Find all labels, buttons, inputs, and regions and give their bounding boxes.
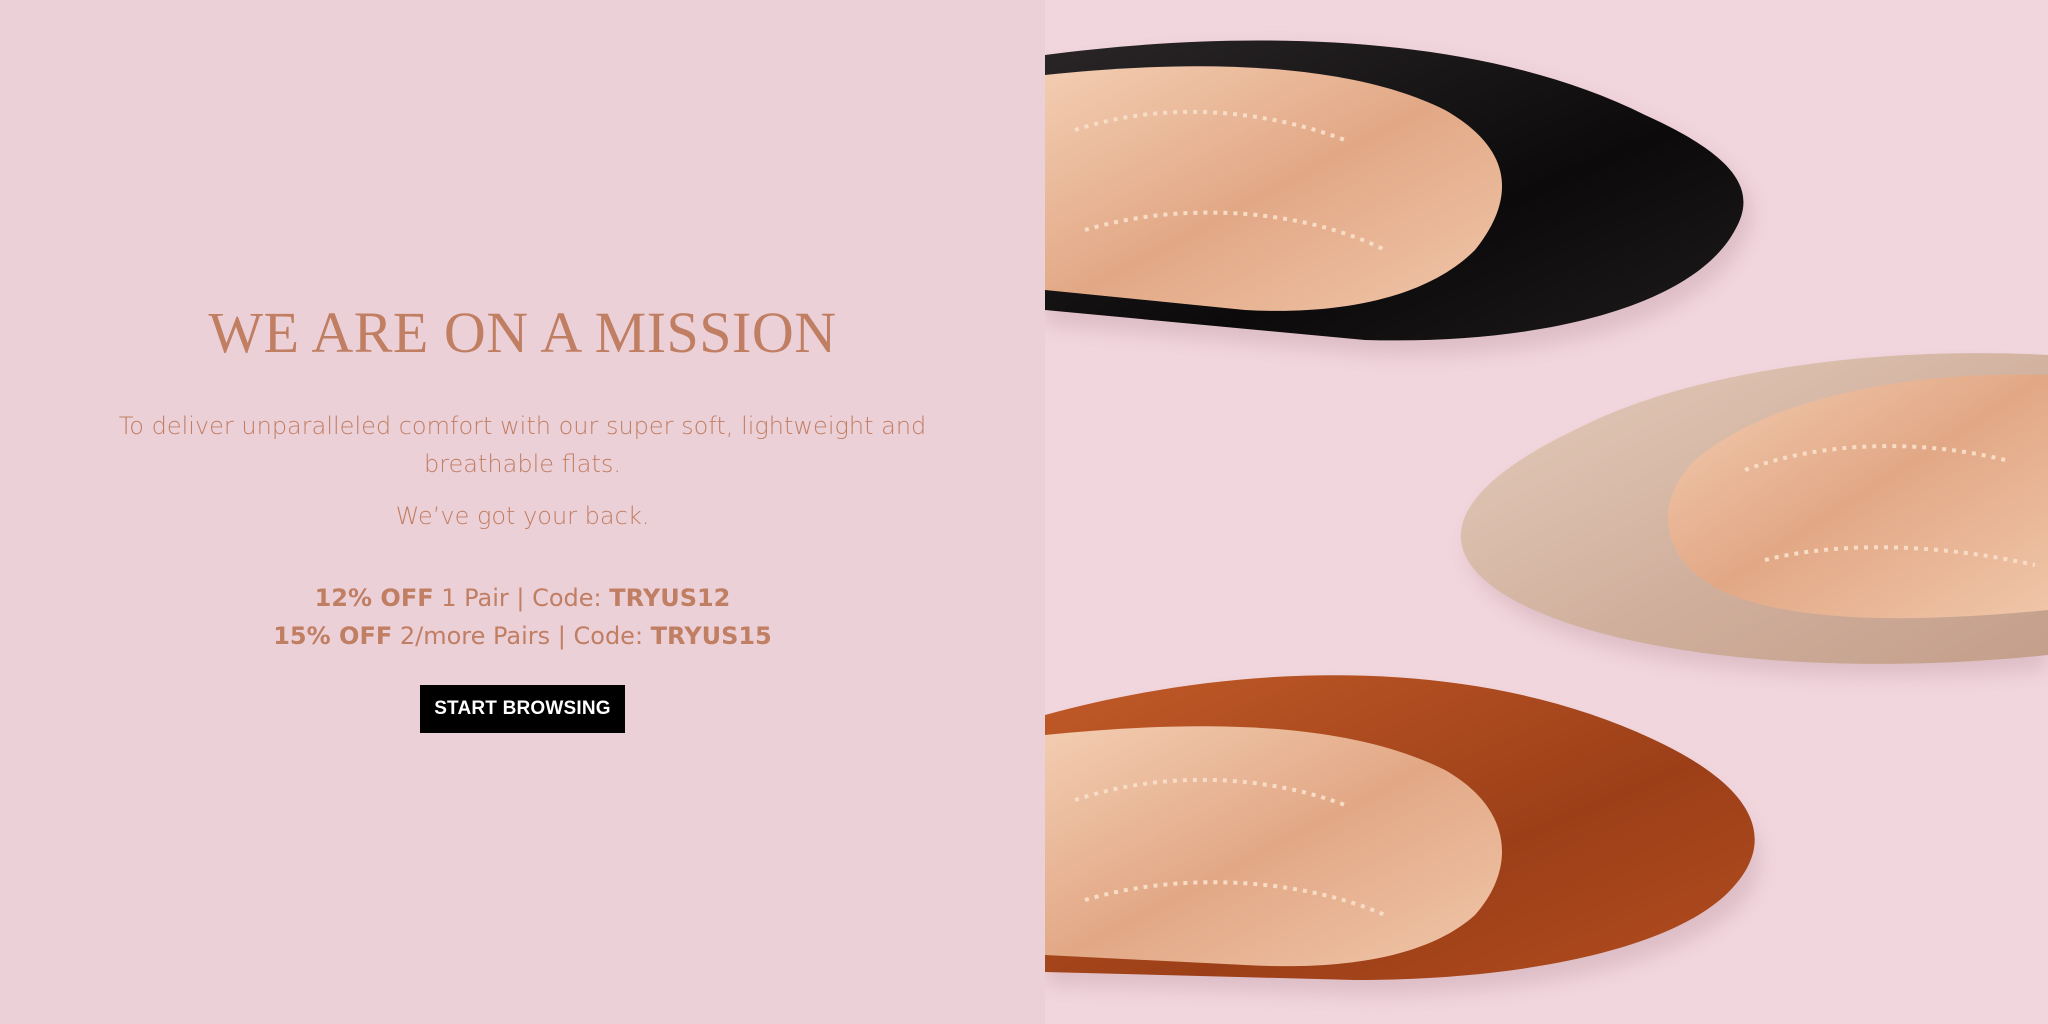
offer-discount: 15% OFF <box>273 621 393 650</box>
offer-code: TRYUS12 <box>609 583 731 612</box>
offer-detail: 2/more Pairs | Code: <box>392 621 651 650</box>
offer-line: 15% OFF 2/more Pairs | Code: TRYUS15 <box>273 617 772 655</box>
headline: WE ARE ON A MISSION <box>208 300 837 365</box>
offer-code: TRYUS15 <box>650 621 772 650</box>
offer-line: 12% OFF 1 Pair | Code: TRYUS12 <box>273 579 772 617</box>
promo-hero: WE ARE ON A MISSION To deliver unparalle… <box>0 0 2048 1024</box>
start-browsing-button[interactable]: START BROWSING <box>420 684 625 733</box>
product-photo <box>1045 0 2048 1024</box>
offer-list: 12% OFF 1 Pair | Code: TRYUS12 15% OFF 2… <box>273 579 772 655</box>
offer-detail: 1 Pair | Code: <box>433 583 610 612</box>
shoes-image <box>1045 0 2048 1024</box>
tagline: We’ve got your back. <box>395 501 650 530</box>
mission-description: To deliver unparalleled comfort with our… <box>118 411 927 478</box>
offer-discount: 12% OFF <box>314 583 434 612</box>
promo-text-panel: WE ARE ON A MISSION To deliver unparalle… <box>0 0 1045 1024</box>
